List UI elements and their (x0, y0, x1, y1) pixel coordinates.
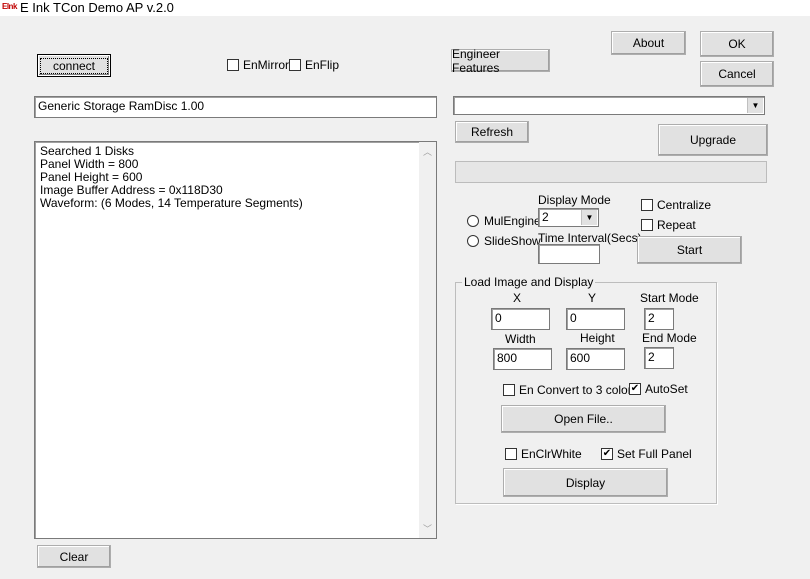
clear-button[interactable]: Clear (37, 545, 111, 568)
check-mark-icon[interactable]: ✔ (629, 383, 641, 395)
chevron-down-icon[interactable]: ▼ (747, 98, 763, 113)
display-mode-select[interactable]: 2 ▼ (538, 208, 599, 227)
disk-name-field[interactable]: Generic Storage RamDisc 1.00 (34, 96, 437, 118)
window-title: E Ink TCon Demo AP v.2.0 (20, 0, 174, 15)
cancel-button[interactable]: Cancel (700, 61, 774, 87)
start-button[interactable]: Start (637, 236, 742, 264)
en-mirror-label: EnMirror (243, 58, 290, 72)
y-label: Y (588, 291, 597, 305)
repeat-checkbox[interactable]: Repeat (641, 218, 696, 232)
connect-button-label: connect (39, 57, 109, 74)
mul-engine-label: MulEngine (484, 214, 541, 228)
x-label: X (513, 291, 522, 305)
load-image-group-title: Load Image and Display (462, 275, 596, 289)
height-label: Height (580, 331, 615, 345)
mul-engine-radio[interactable]: MulEngine (467, 214, 541, 228)
en-convert-box[interactable] (503, 384, 515, 396)
en-convert-label: En Convert to 3 color (519, 383, 632, 397)
set-full-panel-checkbox[interactable]: ✔ Set Full Panel (601, 447, 692, 461)
connect-button[interactable]: connect (37, 54, 111, 77)
end-mode-label: End Mode (642, 331, 697, 345)
log-lines: Searched 1 Disks Panel Width = 800 Panel… (40, 145, 303, 210)
centralize-checkbox[interactable]: Centralize (641, 198, 711, 212)
time-interval-field[interactable] (538, 244, 600, 264)
x-field[interactable]: 0 (491, 308, 550, 330)
repeat-label: Repeat (657, 218, 696, 232)
upgrade-button[interactable]: Upgrade (658, 124, 768, 156)
scroll-up-icon[interactable]: ︿ (423, 145, 432, 158)
slide-show-radio[interactable]: SlideShow (467, 234, 541, 248)
device-select[interactable]: ▼ (453, 96, 765, 115)
display-mode-value: 2 (542, 210, 549, 224)
en-clr-white-box[interactable] (505, 448, 517, 460)
upgrade-progress-bar (455, 161, 767, 183)
display-button[interactable]: Display (503, 468, 668, 497)
height-field[interactable]: 600 (566, 348, 625, 370)
refresh-button[interactable]: Refresh (455, 121, 529, 143)
en-clr-white-label: EnClrWhite (521, 447, 582, 461)
en-flip-label: EnFlip (305, 58, 340, 72)
chevron-down-icon[interactable]: ▼ (581, 210, 597, 225)
start-mode-field[interactable]: 2 (644, 308, 674, 330)
width-label: Width (505, 332, 536, 346)
log-line: Waveform: (6 Modes, 14 Temperature Segme… (40, 196, 303, 210)
check-mark-icon[interactable]: ✔ (601, 448, 613, 460)
time-interval-label: Time Interval(Secs) (538, 231, 642, 245)
end-mode-field[interactable]: 2 (644, 347, 674, 369)
centralize-label: Centralize (657, 198, 712, 212)
mul-engine-radio-dot[interactable] (467, 215, 479, 227)
centralize-box[interactable] (641, 199, 653, 211)
en-mirror-box[interactable] (227, 59, 239, 71)
set-full-panel-label: Set Full Panel (617, 447, 692, 461)
en-convert-checkbox[interactable]: En Convert to 3 color (503, 383, 632, 397)
start-mode-label: Start Mode (640, 291, 699, 305)
scroll-down-icon[interactable]: ﹀ (423, 522, 432, 535)
slide-show-label: SlideShow (484, 234, 541, 248)
ok-button[interactable]: OK (700, 31, 774, 57)
slide-show-radio-dot[interactable] (467, 235, 479, 247)
width-field[interactable]: 800 (493, 348, 552, 370)
open-file-button[interactable]: Open File.. (501, 405, 666, 433)
en-flip-box[interactable] (289, 59, 301, 71)
en-clr-white-checkbox[interactable]: EnClrWhite (505, 447, 582, 461)
repeat-box[interactable] (641, 219, 653, 231)
autoset-checkbox[interactable]: ✔ AutoSet (629, 382, 688, 396)
log-output[interactable]: Searched 1 Disks Panel Width = 800 Panel… (34, 141, 437, 539)
display-mode-label: Display Mode (538, 193, 611, 207)
log-scrollbar[interactable]: ︿ ﹀ (419, 142, 436, 538)
about-button[interactable]: About (611, 31, 686, 55)
en-flip-checkbox[interactable]: EnFlip (289, 58, 339, 72)
app-logo-icon: EInk (2, 2, 17, 11)
autoset-label: AutoSet (645, 382, 688, 396)
y-field[interactable]: 0 (566, 308, 625, 330)
en-mirror-checkbox[interactable]: EnMirror (227, 58, 289, 72)
engineer-features-button[interactable]: Engineer Features (451, 47, 550, 75)
